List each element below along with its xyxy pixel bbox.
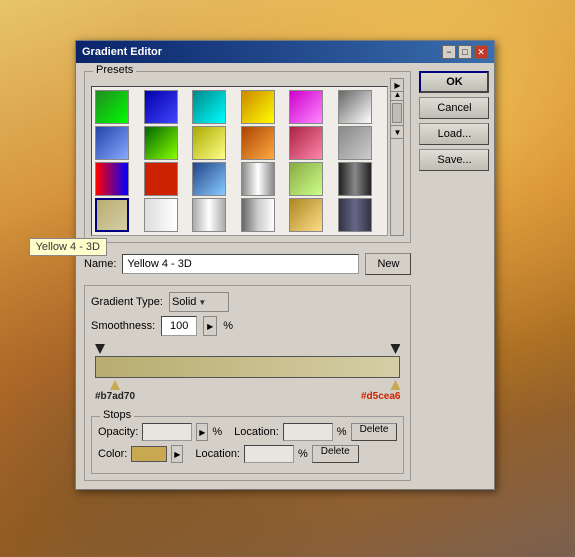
list-item[interactable] — [338, 126, 372, 160]
smoothness-label: Smoothness: — [91, 320, 155, 332]
color-stop-right-marker — [390, 380, 400, 390]
smoothness-stepper[interactable]: ▶ — [203, 316, 217, 336]
presets-group: Presets ▶ — [84, 71, 411, 243]
location-pct-1: % — [337, 426, 347, 438]
left-panel: Presets ▶ — [84, 71, 411, 481]
list-item[interactable] — [192, 126, 226, 160]
gradient-editor-dialog: Gradient Editor − □ ✕ Presets ▶ — [75, 40, 495, 490]
name-input[interactable] — [122, 254, 359, 274]
opacity-pct: % — [212, 426, 222, 438]
list-item[interactable] — [338, 198, 372, 232]
dialog-content: Presets ▶ — [76, 63, 494, 489]
list-item[interactable] — [192, 90, 226, 124]
opacity-label: Opacity: — [98, 426, 138, 438]
list-item[interactable] — [144, 126, 178, 160]
presets-grid: Yellow 4 - 3D — [95, 90, 384, 232]
list-item[interactable] — [192, 162, 226, 196]
minimize-button[interactable]: − — [442, 45, 456, 59]
location-input-1[interactable] — [283, 423, 333, 441]
chevron-down-icon: ▼ — [198, 298, 206, 307]
presets-area: Yellow 4 - 3D ▲ ▼ — [91, 86, 404, 236]
right-panel: OK Cancel Load... Save... — [419, 71, 489, 481]
list-item[interactable]: Yellow 4 - 3D — [95, 198, 129, 232]
stops-group: Stops Opacity: ▶ % Location: % Delete — [91, 416, 404, 474]
ok-button[interactable]: OK — [419, 71, 489, 93]
smoothness-input[interactable] — [161, 316, 197, 336]
presets-scroll: Yellow 4 - 3D — [91, 86, 388, 236]
stops-group-label: Stops — [100, 409, 134, 421]
name-label: Name: — [84, 258, 116, 270]
scroll-thumb[interactable] — [392, 103, 402, 123]
opacity-stop-row: Opacity: ▶ % Location: % Delete — [98, 423, 397, 441]
list-item[interactable] — [192, 198, 226, 232]
list-item[interactable] — [95, 126, 129, 160]
color-stop-left-marker — [110, 380, 120, 390]
list-item[interactable] — [241, 198, 275, 232]
location-label-2: Location: — [195, 448, 240, 460]
opacity-input[interactable] — [142, 423, 192, 441]
load-button[interactable]: Load... — [419, 123, 489, 145]
color-stop-left[interactable]: #b7ad70 — [95, 380, 135, 402]
color-stop-right-label: #d5cea6 — [361, 391, 400, 402]
opacity-stops — [91, 344, 404, 354]
gradient-type-row: Gradient Type: Solid ▼ — [91, 292, 404, 312]
list-item[interactable] — [338, 162, 372, 196]
list-item[interactable] — [95, 90, 129, 124]
scroll-down-arrow[interactable]: ▼ — [390, 125, 404, 139]
list-item[interactable] — [95, 162, 129, 196]
gradient-type-select[interactable]: Solid ▼ — [169, 292, 229, 312]
opacity-stop-right[interactable] — [390, 344, 400, 354]
presets-scrollbar[interactable]: ▲ ▼ — [390, 86, 404, 236]
list-item[interactable] — [241, 90, 275, 124]
location-input-2[interactable] — [244, 445, 294, 463]
color-stop-row: Color: ▶ Location: % Delete — [98, 445, 397, 463]
delete-button-2[interactable]: Delete — [312, 445, 359, 463]
name-row: Name: New — [84, 253, 411, 275]
gradient-bar-section: #b7ad70 #d5cea6 — [91, 344, 404, 402]
preset-tooltip: Yellow 4 - 3D — [29, 238, 107, 256]
title-bar: Gradient Editor − □ ✕ — [76, 41, 494, 63]
list-item[interactable] — [144, 90, 178, 124]
list-item[interactable] — [241, 162, 275, 196]
dialog-title: Gradient Editor — [82, 46, 162, 58]
cancel-button[interactable]: Cancel — [419, 97, 489, 119]
gradient-type-label: Gradient Type: — [91, 296, 163, 308]
location-label-1: Location: — [234, 426, 279, 438]
maximize-button[interactable]: □ — [458, 45, 472, 59]
close-button[interactable]: ✕ — [474, 45, 488, 59]
color-stop-right[interactable]: #d5cea6 — [361, 380, 400, 402]
color-swatch[interactable] — [131, 446, 167, 462]
delete-button-1[interactable]: Delete — [351, 423, 398, 441]
color-stops: #b7ad70 #d5cea6 — [91, 380, 404, 402]
opacity-stop-left[interactable] — [95, 344, 105, 354]
gradient-type-value: Solid — [172, 296, 196, 308]
list-item[interactable] — [241, 126, 275, 160]
save-button[interactable]: Save... — [419, 149, 489, 171]
location-pct-2: % — [298, 448, 308, 460]
color-stop-left-label: #b7ad70 — [95, 391, 135, 402]
smoothness-row: Smoothness: ▶ % — [91, 316, 404, 336]
color-label: Color: — [98, 448, 127, 460]
list-item[interactable] — [289, 162, 323, 196]
title-bar-buttons: − □ ✕ — [442, 45, 488, 59]
gradient-preview-bar[interactable] — [95, 356, 400, 378]
list-item[interactable] — [289, 198, 323, 232]
list-item[interactable] — [289, 126, 323, 160]
opacity-stepper[interactable]: ▶ — [196, 423, 208, 441]
smoothness-pct: % — [223, 320, 233, 332]
list-item[interactable] — [144, 198, 178, 232]
list-item[interactable] — [144, 162, 178, 196]
list-item[interactable] — [338, 90, 372, 124]
presets-group-label: Presets — [93, 64, 136, 76]
color-stepper[interactable]: ▶ — [171, 445, 183, 463]
gradient-settings-group: Gradient Type: Solid ▼ Smoothness: ▶ % — [84, 285, 411, 481]
new-button[interactable]: New — [365, 253, 411, 275]
list-item[interactable] — [289, 90, 323, 124]
presets-menu-button[interactable]: ▶ — [390, 78, 404, 92]
